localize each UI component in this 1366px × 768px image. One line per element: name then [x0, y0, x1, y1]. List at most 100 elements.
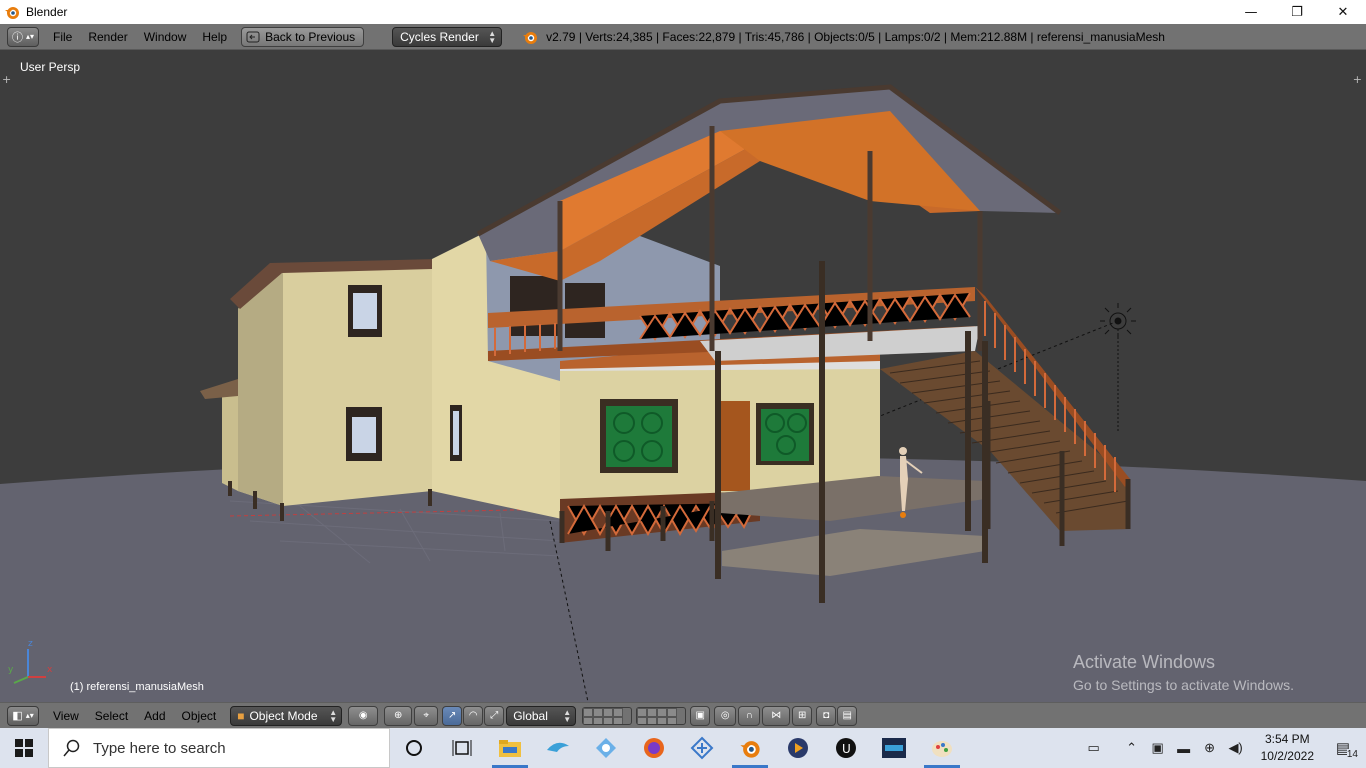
cortana-button[interactable] [390, 728, 438, 768]
notification-count: 14 [1346, 749, 1358, 760]
transform-orientation-select[interactable]: Global ▲ ▼ [506, 705, 577, 726]
hcc-app-icon [882, 738, 906, 758]
region-expand-left-icon[interactable]: + [2, 73, 11, 86]
layer-buttons-group-1[interactable] [582, 706, 633, 725]
clock-date: 10/2/2022 [1260, 749, 1314, 763]
interaction-mode-select[interactable]: ■ Object Mode ▲ ▼ [230, 705, 343, 726]
snap-toggle-button[interactable]: ∩ [738, 705, 761, 726]
start-button[interactable] [0, 728, 48, 768]
dolphin-app-button[interactable] [534, 728, 582, 768]
shading-sphere-icon: ◉ [358, 710, 368, 721]
snap-target-button[interactable]: ⊞ [792, 705, 813, 726]
render-preview-button[interactable]: ◘ [816, 705, 837, 726]
media-player-button[interactable] [774, 728, 822, 768]
show-hidden-icons-button[interactable]: ⌃ [1121, 728, 1143, 768]
back-to-previous-button[interactable]: Back to Previous [241, 26, 365, 47]
window-title: Blender [26, 5, 68, 19]
meet-now-button[interactable]: ▣ [1147, 728, 1169, 768]
camera-icon: ◘ [823, 710, 830, 721]
hcc-app-button[interactable] [870, 728, 918, 768]
back-arrow-icon [246, 31, 260, 42]
volume-button[interactable]: ◀) [1225, 728, 1247, 768]
media-player-icon [788, 738, 808, 758]
pivot-icon: ⊕ [394, 710, 403, 721]
task-view-button[interactable] [438, 728, 486, 768]
lock-camera-button[interactable]: ▣ [690, 705, 711, 726]
menu-view[interactable]: View [45, 706, 87, 726]
close-button[interactable]: ✕ [1320, 0, 1366, 24]
info-header: ⓘ ▴▾ File Render Window Help Back to Prev… [0, 24, 1366, 50]
magnet-icon: ∩ [745, 710, 753, 721]
minimize-button[interactable]: — [1228, 0, 1274, 24]
watermark-title: Activate Windows [1073, 652, 1216, 672]
windows-taskbar: Type here to search U ▭ ⌃ ▣ ▬ ⊕ ◀) 3:54 … [0, 728, 1366, 768]
watermark-subtitle: Go to Settings to activate Windows. [1073, 677, 1294, 693]
render-engine-value: Cycles Render [400, 29, 479, 44]
puzzle-app-button[interactable] [582, 728, 630, 768]
menu-render[interactable]: Render [80, 27, 135, 47]
proportional-edit-icon: ◎ [720, 710, 730, 721]
network-app-icon [690, 736, 714, 760]
menu-window[interactable]: Window [136, 27, 195, 47]
speaker-icon: ◀) [1228, 740, 1243, 755]
cortana-icon [406, 740, 422, 756]
render-engine-select[interactable]: Cycles Render ▲ ▼ [392, 26, 503, 47]
taskbar-search-box[interactable]: Type here to search [48, 728, 390, 768]
action-center-button[interactable]: ▤ 14 [1328, 728, 1358, 768]
rotate-icon: ◠ [468, 710, 478, 721]
blender-app-icon [5, 7, 19, 19]
activate-windows-watermark: Activate Windows Go to Settings to activ… [1073, 652, 1294, 693]
clapperboard-icon: ▤ [842, 710, 852, 721]
search-icon [63, 739, 80, 757]
blender-icon [740, 741, 760, 758]
view3d-editor-type-button[interactable]: ◧ ▴▾ [7, 705, 39, 726]
network-button[interactable]: ⊕ [1199, 728, 1221, 768]
restore-button[interactable]: ❐ [1274, 0, 1320, 24]
battery-button[interactable]: ▬ [1173, 728, 1195, 768]
windows-logo-icon [15, 739, 33, 757]
network-app-button[interactable] [678, 728, 726, 768]
region-expand-right-icon[interactable]: + [1353, 73, 1362, 86]
rotate-manipulator-button[interactable]: ◠ [463, 705, 484, 726]
task-view-icon [452, 740, 472, 756]
chevron-updown-icon: ▲ ▼ [488, 28, 497, 45]
menu-select[interactable]: Select [87, 706, 136, 726]
blender-taskbar-button[interactable] [726, 728, 774, 768]
unreal-engine-button[interactable]: U [822, 728, 870, 768]
active-object-label: (1) referensi_manusiaMesh [70, 681, 204, 693]
menu-help[interactable]: Help [194, 27, 235, 47]
proportional-edit-button[interactable]: ◎ [714, 705, 737, 726]
pivot-point-button[interactable]: ⊕ [384, 705, 413, 726]
3d-viewport[interactable]: + + User Persp z x y (1) referensi_manus… [0, 51, 1366, 702]
editor-type-button[interactable]: ⓘ ▴▾ [7, 26, 39, 47]
file-explorer-button[interactable] [486, 728, 534, 768]
paint-app-button[interactable] [918, 728, 966, 768]
keyboard-tray-icon: ▭ [1087, 740, 1100, 755]
menu-add[interactable]: Add [136, 706, 173, 726]
file-explorer-icon [499, 740, 521, 757]
firefox-button[interactable] [630, 728, 678, 768]
render-animation-button[interactable]: ▤ [837, 705, 858, 726]
notification-center-tray-button[interactable]: ▭ [1083, 728, 1105, 768]
camera-tray-icon: ▣ [1151, 740, 1164, 755]
scale-manipulator-button[interactable]: ⤢ [484, 705, 505, 726]
manipulator-icon: ⌖ [423, 710, 430, 721]
snap-element-icon: ⋈ [771, 710, 782, 721]
system-tray: ▭ ⌃ ▣ ▬ ⊕ ◀) 3:54 PM 10/2/2022 ▤ 14 [1083, 728, 1366, 768]
taskbar-clock[interactable]: 3:54 PM 10/2/2022 [1261, 731, 1314, 765]
axis-y-label: y [8, 665, 14, 675]
layer-buttons-group-2[interactable] [636, 706, 687, 725]
3d-view-header: ◧ ▴▾ View Select Add Object ■ Object Mode… [0, 702, 1366, 728]
info-icon: ⓘ [11, 31, 23, 44]
manipulator-toggle[interactable]: ⌖ [414, 705, 439, 726]
axis-z-label: z [28, 639, 33, 649]
transform-orientation-value: Global [513, 708, 548, 723]
paint-app-icon [932, 741, 952, 757]
menu-file[interactable]: File [45, 27, 80, 47]
interaction-mode-value: Object Mode [249, 708, 318, 723]
menu-object[interactable]: Object [174, 706, 225, 726]
translate-icon: ↗ [448, 710, 457, 721]
translate-manipulator-button[interactable]: ↗ [442, 705, 463, 726]
viewport-shading-button[interactable]: ◉ [348, 705, 379, 726]
snap-element-select[interactable]: ⋈ [762, 705, 791, 726]
